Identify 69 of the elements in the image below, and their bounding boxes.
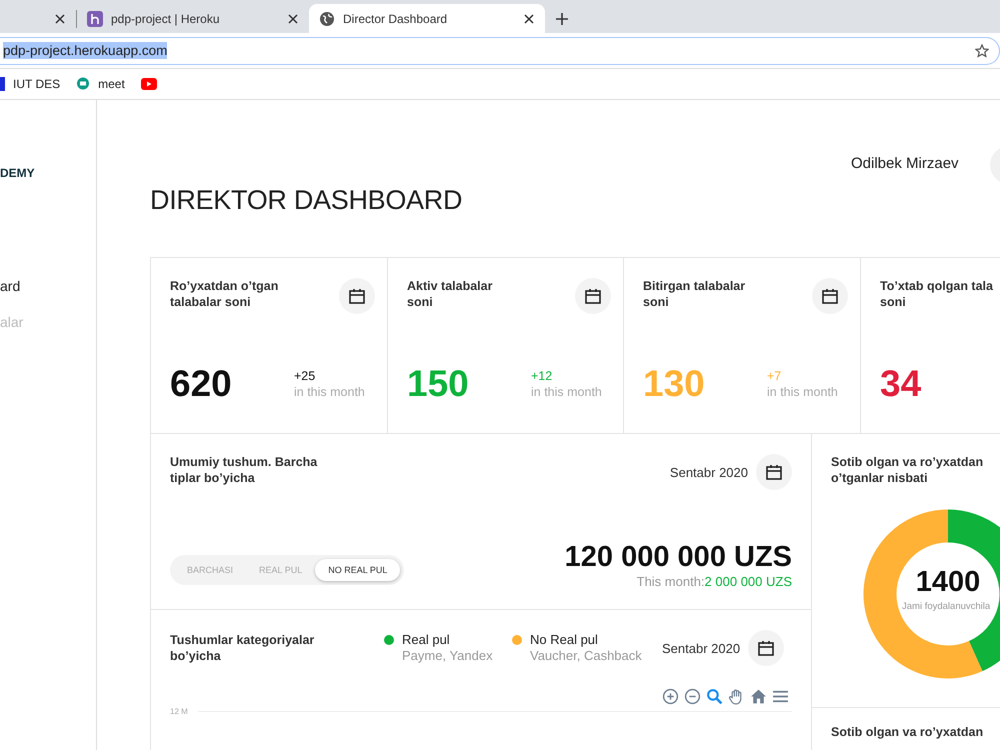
bookmark[interactable] xyxy=(140,78,157,90)
magnifier-icon[interactable] xyxy=(706,688,723,705)
close-icon[interactable] xyxy=(54,12,66,24)
stat-delta: +12 xyxy=(531,369,552,383)
card-title: Tushumlar kategoriyalar bo’yicha xyxy=(170,632,316,664)
close-icon[interactable] xyxy=(523,12,535,24)
calendar-icon xyxy=(757,639,776,657)
card-title: Sotib olgan va ro’yxatdan xyxy=(831,724,984,740)
card-title: Bitirgan talabalar soni xyxy=(643,278,746,310)
stat-value: 34 xyxy=(880,363,922,405)
donut-total: 1400 xyxy=(916,566,980,599)
sidebar-item[interactable]: ard xyxy=(0,278,96,294)
card-title: Ro’yxatdan o’tgan talabalar soni xyxy=(170,278,278,310)
chat-bubble-icon xyxy=(76,77,90,91)
star-icon[interactable] xyxy=(975,44,989,58)
month-label: This month: xyxy=(636,574,705,589)
new-tab-icon[interactable] xyxy=(555,12,569,26)
stat-value: 620 xyxy=(170,363,233,405)
filter-tab[interactable]: NO REAL PUL xyxy=(315,559,400,581)
stat-note: in this month xyxy=(767,384,838,400)
calendar-button[interactable] xyxy=(339,278,375,314)
axis-label: 12 M xyxy=(170,707,188,716)
card-title: Umumiy tushum. Barcha tiplar bo’yicha xyxy=(170,454,318,486)
legend-note: Payme, Yandex xyxy=(402,648,493,664)
logo-text: DEMY xyxy=(0,166,36,180)
home-icon[interactable] xyxy=(750,688,767,705)
calendar-icon xyxy=(348,287,366,305)
tab-title: pdp-project | Heroku xyxy=(110,12,221,26)
page-title: DIREKTOR DASHBOARD xyxy=(150,185,464,217)
bookmark-icon xyxy=(0,77,5,91)
tab-title: Director Dashboard xyxy=(342,12,448,26)
calendar-button[interactable] xyxy=(748,630,784,666)
legend-label: Real pul xyxy=(402,632,450,647)
calendar-icon xyxy=(584,287,602,305)
address-bar[interactable]: pdp-project.herokuapp.com xyxy=(0,36,1000,64)
play-icon xyxy=(140,78,157,90)
bookmark[interactable]: IUT DES xyxy=(0,77,60,91)
month-amount: 2 000 000 UZS xyxy=(704,574,792,589)
user-name: Odilbek Mirzaev xyxy=(851,155,959,172)
stat-value: 150 xyxy=(407,363,470,405)
period-label: Sentabr 2020 xyxy=(662,640,740,656)
calendar-icon xyxy=(821,287,839,305)
close-icon[interactable] xyxy=(287,12,299,24)
calendar-button[interactable] xyxy=(756,454,792,490)
card-title: To’xtab qolgan tala soni xyxy=(880,278,993,310)
calendar-button[interactable] xyxy=(812,278,848,314)
app-icon xyxy=(87,10,103,26)
stat-value: 130 xyxy=(643,363,706,405)
donut-caption: Jami foydalanuvchila xyxy=(902,601,990,612)
total-amount: 120 000 000 UZS xyxy=(564,541,792,574)
browser-tab[interactable]: pdp-project | Heroku xyxy=(77,4,309,33)
zoom-in-icon[interactable] xyxy=(662,688,679,705)
url-text: pdp-project.herokuapp.com xyxy=(3,42,168,59)
card-title: Aktiv talabalar soni xyxy=(407,278,492,310)
stat-note: in this month xyxy=(294,384,365,400)
menu-icon[interactable] xyxy=(772,688,789,705)
bookmark[interactable]: meet xyxy=(76,77,125,91)
calendar-button[interactable] xyxy=(575,278,611,314)
card-title: Sotib olgan va ro’yxatdan o’tganlar nisbati xyxy=(831,454,984,486)
period-label: Sentabr 2020 xyxy=(670,464,748,480)
calendar-icon xyxy=(765,463,783,481)
stat-note: in this month xyxy=(531,384,602,400)
stat-delta: +25 xyxy=(294,369,316,383)
globe-icon xyxy=(319,10,335,26)
stat-delta: +7 xyxy=(767,369,782,383)
legend-note: Vaucher, Cashback xyxy=(530,648,642,664)
zoom-out-icon[interactable] xyxy=(684,688,701,705)
legend-label: No Real pul xyxy=(530,632,598,647)
browser-tab[interactable]: Director Dashboard xyxy=(309,4,545,33)
